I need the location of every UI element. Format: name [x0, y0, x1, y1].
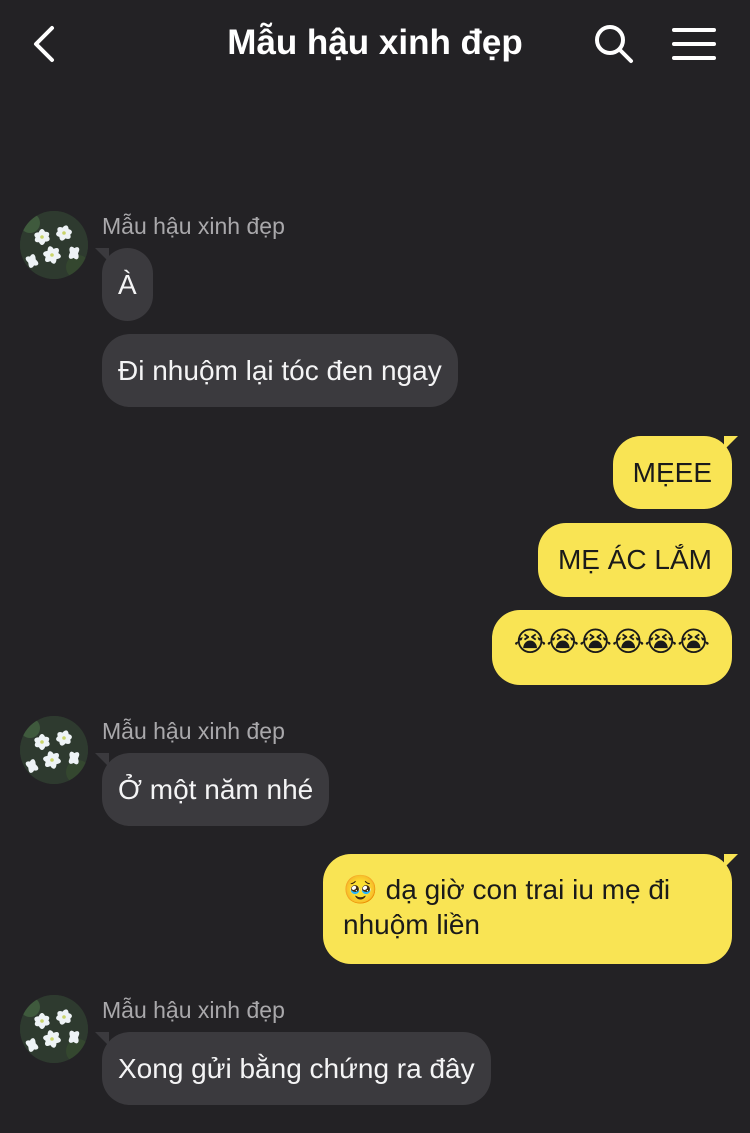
contact-avatar[interactable] [20, 211, 88, 279]
incoming-message[interactable]: Ở một năm nhé [102, 753, 330, 826]
hamburger-menu-icon [672, 28, 716, 60]
chat-header: Mẫu hậu xinh đẹp [0, 0, 750, 90]
chevron-left-icon [34, 26, 54, 62]
incoming-message[interactable]: À [102, 248, 153, 321]
contact-avatar[interactable] [20, 995, 88, 1063]
search-icon [595, 25, 633, 63]
outgoing-message[interactable]: MẸ ÁC LẮM [537, 523, 732, 597]
menu-button[interactable] [668, 20, 720, 68]
outgoing-message[interactable]: 🥹 dạ giờ con trai iu mẹ đi nhuộm liền [323, 854, 732, 964]
incoming-message[interactable]: Đi nhuộm lại tóc đen ngay [102, 334, 458, 407]
back-button[interactable] [22, 20, 66, 68]
sender-name: Mẫu hậu xinh đẹp [102, 213, 285, 239]
outgoing-message[interactable]: MẸEE [612, 436, 732, 509]
sender-name: Mẫu hậu xinh đẹp [102, 718, 285, 744]
search-button[interactable] [590, 20, 638, 68]
sender-name: Mẫu hậu xinh đẹp [102, 997, 285, 1023]
contact-avatar[interactable] [20, 716, 88, 784]
flower-avatar-image [20, 211, 88, 279]
chat-screen: Mẫu hậu xinh đẹp Mẫu hậu xinh đẹp À Đi n… [0, 0, 750, 1133]
chat-title: Mẫu hậu xinh đẹp [227, 23, 523, 62]
outgoing-message[interactable]: 😭😭😭😭😭😭 [491, 610, 732, 685]
flower-avatar-image [20, 716, 88, 784]
flower-avatar-image [20, 995, 88, 1063]
incoming-message[interactable]: Xong gửi bằng chứng ra đây [102, 1032, 491, 1105]
